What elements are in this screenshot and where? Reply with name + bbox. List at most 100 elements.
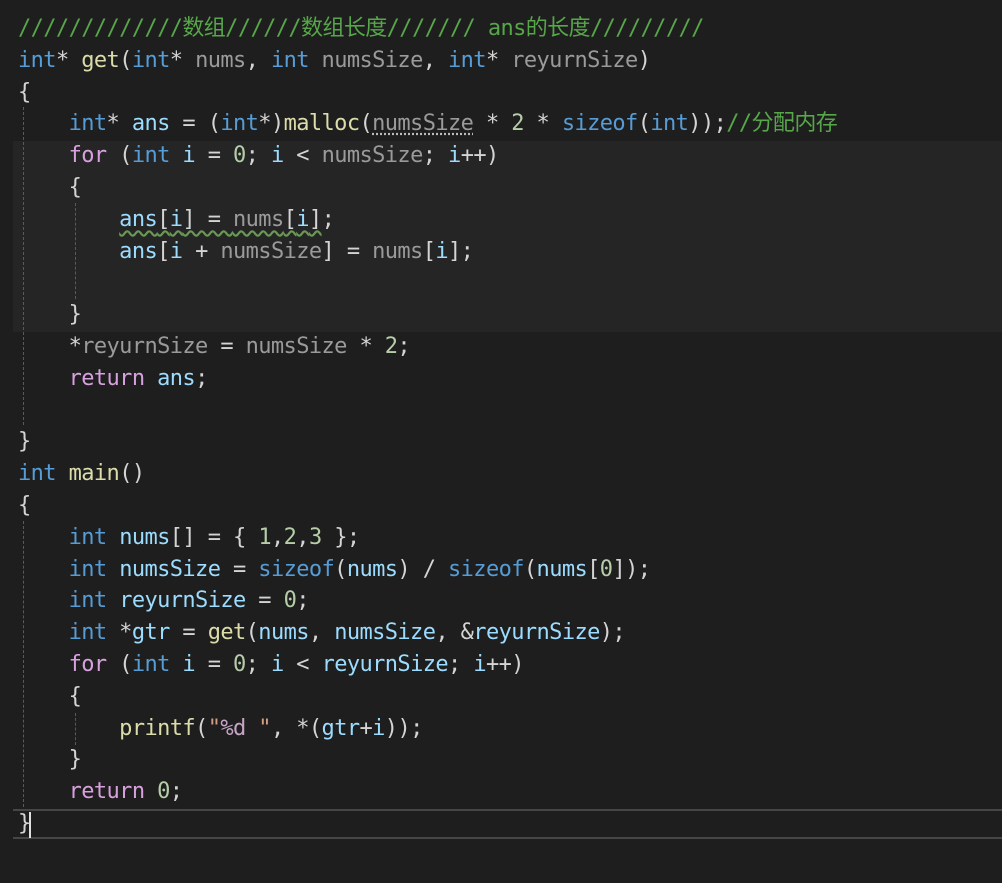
code-token: int	[131, 143, 171, 169]
code-token: =	[169, 620, 208, 646]
code-token: ;	[397, 333, 411, 359]
code-token: ans	[131, 111, 171, 137]
code-token: ,	[245, 47, 271, 73]
code-token: return	[68, 779, 145, 805]
code-token: ,	[422, 47, 449, 73]
code-token: *	[485, 47, 512, 73]
code-token: 0	[157, 779, 170, 805]
code-token: nums	[195, 47, 246, 73]
code-token: [	[157, 238, 170, 264]
code-token: return	[68, 365, 145, 391]
code-line[interactable]: printf("%d ", *(gtr+i));	[18, 713, 837, 745]
code-token: reyurnSize	[473, 620, 600, 646]
code-editor[interactable]: /////////////数组//////数组长度/////// ans的长度/…	[0, 0, 1002, 883]
code-line[interactable]: *reyurnSize = numsSize * 2;	[18, 331, 837, 363]
code-line[interactable]: int numsSize = sizeof(nums) / sizeof(num…	[18, 554, 837, 586]
code-token: 0	[233, 651, 246, 677]
code-token: ans	[119, 206, 158, 232]
code-line[interactable]: }	[18, 744, 837, 776]
code-line[interactable]: return 0;	[18, 776, 837, 808]
code-token: (	[334, 556, 347, 582]
code-line[interactable]	[18, 267, 837, 299]
code-line[interactable]: }	[18, 426, 837, 458]
code-token: ()	[119, 461, 145, 487]
code-token: int	[448, 47, 487, 73]
code-token: }	[18, 747, 82, 773]
code-line[interactable]: int nums[] = { 1,2,3 };	[18, 522, 837, 554]
code-token: /////////////数组//////数组长度/////// ans的长度/…	[18, 16, 704, 41]
code-line[interactable]: {	[18, 490, 837, 522]
code-token: "	[245, 715, 271, 741]
code-token: reyurnSize	[511, 47, 638, 73]
code-lines[interactable]: /////////////数组//////数组长度/////// ans的长度/…	[18, 13, 838, 840]
code-line[interactable]: }	[18, 808, 837, 840]
code-token: =	[220, 556, 259, 582]
code-line[interactable]: {	[18, 77, 837, 109]
code-line[interactable]: {	[18, 172, 837, 204]
code-token: ] =	[182, 206, 234, 232]
code-line[interactable]: int main()	[18, 458, 837, 490]
code-token: int	[68, 620, 108, 646]
code-token: get	[207, 620, 247, 646]
code-token: gtr	[321, 715, 361, 741]
code-token: int	[18, 461, 57, 487]
code-token: ,	[308, 620, 335, 646]
code-token: int	[68, 524, 108, 550]
code-token: ans	[157, 365, 196, 391]
code-token: ;	[422, 143, 449, 169]
code-token: ans	[119, 238, 158, 264]
code-token: *	[169, 47, 196, 73]
code-line[interactable]: }	[18, 299, 837, 331]
code-line[interactable]: {	[18, 681, 837, 713]
code-token: = (	[169, 111, 221, 137]
code-token: i	[270, 143, 284, 169]
code-token: {	[18, 174, 82, 200]
code-token: ;	[321, 206, 335, 232]
code-line[interactable]: ans[i + numsSize] = nums[i];	[18, 236, 837, 268]
code-line[interactable]: /////////////数组//////数组长度/////// ans的长度/…	[18, 13, 837, 45]
code-token: nums	[372, 238, 423, 264]
code-token: i	[182, 143, 196, 169]
code-token: (	[523, 556, 537, 582]
code-line[interactable]	[18, 395, 837, 427]
code-line[interactable]: int* ans = (int*)malloc(numsSize * 2 * s…	[18, 108, 838, 140]
code-line[interactable]: for (int i = 0; i < reyurnSize; i++)	[18, 649, 837, 681]
code-token: 2	[283, 524, 297, 550]
code-token: nums	[233, 206, 284, 232]
code-token: (	[195, 715, 208, 741]
code-token: 0	[233, 143, 246, 169]
code-line[interactable]: return ans;	[18, 363, 837, 395]
code-token: malloc	[283, 111, 360, 137]
code-token: }	[18, 302, 82, 328]
code-line[interactable]: int *gtr = get(nums, numsSize, &reyurnSi…	[18, 617, 837, 649]
code-line[interactable]: for (int i = 0; i < numsSize; i++)	[18, 140, 837, 172]
code-token: *)	[258, 111, 284, 137]
code-line[interactable]: int reyurnSize = 0;	[18, 585, 837, 617]
code-token: for	[68, 651, 108, 677]
code-token: (	[106, 143, 132, 169]
code-token: =	[195, 143, 234, 169]
code-line[interactable]: ans[i] = nums[i];	[18, 204, 837, 236]
code-token: ,	[270, 524, 284, 550]
code-token: reyurnSize	[81, 333, 208, 359]
code-token: };	[321, 524, 360, 550]
code-token: gtr	[131, 620, 171, 646]
code-token: }	[18, 429, 31, 455]
code-line[interactable]: int* get(int* nums, int numsSize, int* r…	[18, 45, 837, 77]
code-token: int	[650, 111, 689, 137]
code-token: (	[119, 47, 132, 73]
code-token: +	[359, 715, 373, 741]
code-token: ++)	[460, 143, 500, 169]
